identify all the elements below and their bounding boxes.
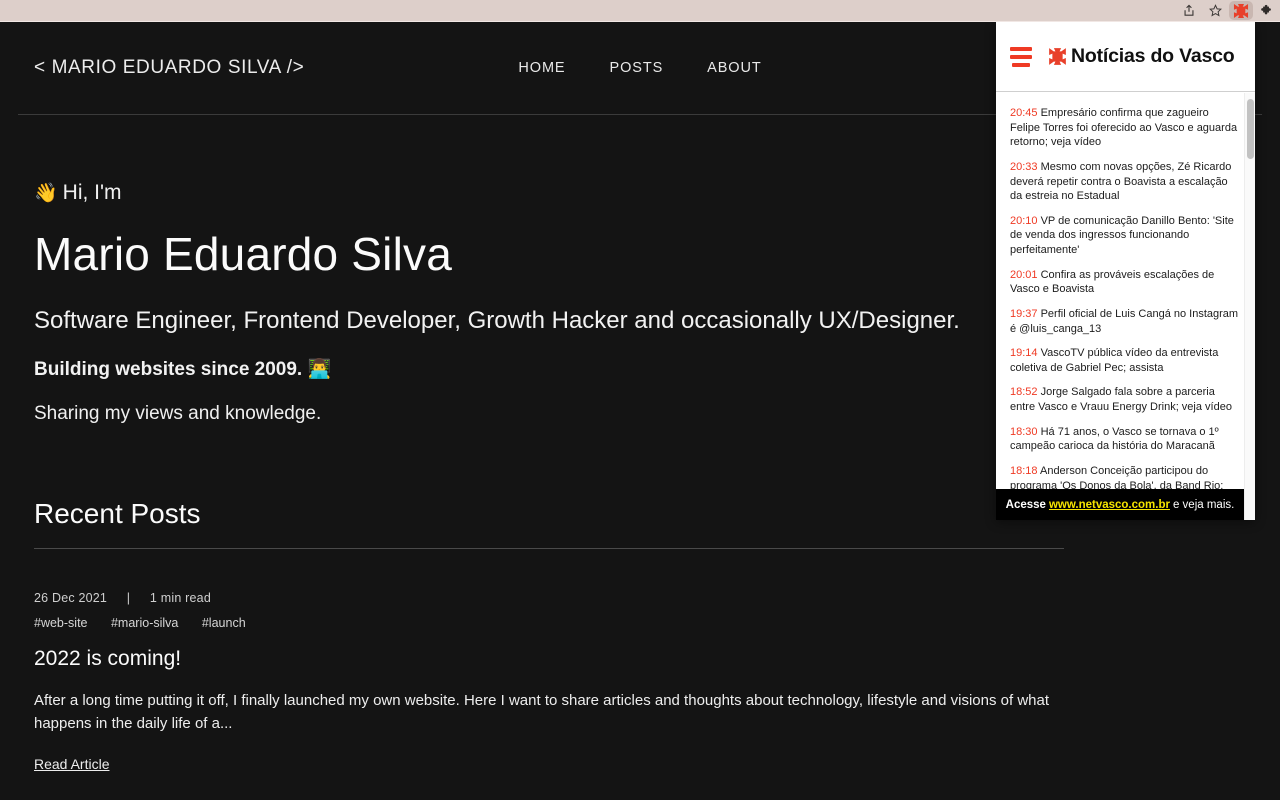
vasco-cross-icon [1233, 3, 1249, 18]
nav-item-posts[interactable]: POSTS [610, 60, 664, 76]
post-tag[interactable]: #launch [202, 616, 246, 630]
post-tag[interactable]: #web-site [34, 616, 88, 630]
vasco-extension-icon[interactable] [1229, 1, 1253, 20]
news-headline[interactable]: Mesmo com novas opções, Zé Ricardo dever… [1010, 161, 1231, 202]
news-time: 20:33 [1010, 160, 1038, 173]
news-time: 20:45 [1010, 107, 1038, 119]
list-item[interactable]: 18:30 Há 71 anos, o Vasco se tornava o 1… [996, 420, 1255, 459]
popup-footer: Acesse www.netvasco.com.br e veja mais. [996, 489, 1244, 520]
browser-toolbar [0, 0, 1280, 22]
news-headline[interactable]: Perfil oficial de Luis Cangá no Instagra… [1010, 308, 1238, 335]
bookmark-star-icon[interactable] [1202, 0, 1228, 22]
nav-item-home[interactable]: HOME [518, 60, 565, 76]
list-item[interactable]: 20:45 Empresário confirma que zagueiro F… [996, 101, 1255, 155]
list-item[interactable]: 19:14 VascoTV pública vídeo da entrevist… [996, 341, 1255, 380]
list-item[interactable]: 20:10 VP de comunicação Danillo Bento: '… [996, 209, 1255, 263]
list-item[interactable]: 19:37 Perfil oficial de Luis Cangá no In… [996, 302, 1255, 341]
news-time: 20:01 [1010, 268, 1038, 281]
divider [34, 548, 1064, 549]
footer-prefix: Acesse [1005, 498, 1046, 511]
developer-emoji-icon: 👨‍💻 [307, 359, 332, 380]
footer-suffix: e veja mais. [1172, 498, 1235, 511]
vasco-cross-icon [1049, 48, 1066, 65]
hero-greeting-text: Hi, I'm [62, 181, 122, 204]
post-read-time: 1 min read [149, 591, 211, 605]
netvasco-link[interactable]: www.netvasco.com.br [1049, 499, 1170, 511]
read-article-link[interactable]: Read Article [34, 756, 109, 772]
news-headline[interactable]: Há 71 anos, o Vasco se tornava o 1º camp… [1010, 426, 1219, 453]
post-title[interactable]: 2022 is coming! [34, 647, 1246, 671]
news-time: 19:37 [1010, 307, 1038, 320]
news-headline[interactable]: Confira as prováveis escalações de Vasco… [1010, 269, 1214, 296]
list-item[interactable]: 18:52 Jorge Salgado fala sobre a parceri… [996, 380, 1255, 419]
popup-scrollbar[interactable] [1244, 93, 1255, 520]
news-headline[interactable]: VP de comunicação Danillo Bento: 'Site d… [1010, 215, 1234, 256]
post-list: 26 Dec 2021 | 1 min read #web-site #mari… [34, 591, 1246, 800]
post-meta: 26 Dec 2021 | 1 min read [34, 591, 1246, 605]
news-time: 18:18 [1010, 464, 1038, 477]
share-icon[interactable] [1176, 0, 1202, 22]
news-time: 18:30 [1010, 425, 1038, 438]
post-excerpt: After a long time putting it off, I fina… [34, 692, 1050, 733]
news-time: 18:52 [1010, 386, 1038, 399]
post-tag[interactable]: #mario-silva [111, 616, 178, 630]
news-time: 19:14 [1010, 347, 1038, 360]
list-item: 26 Dec 2021 | 1 min read #web-site #mari… [34, 591, 1246, 774]
list-item[interactable]: 20:01 Confira as prováveis escalações de… [996, 263, 1255, 302]
popup-header: Notícias do Vasco [996, 22, 1255, 92]
post-date: 26 Dec 2021 [34, 591, 108, 605]
extension-popup: Notícias do Vasco 20:45 Empresário confi… [996, 22, 1255, 520]
news-headline[interactable]: VascoTV pública vídeo da entrevista cole… [1010, 347, 1218, 374]
news-headline[interactable]: Jorge Salgado fala sobre a parceria entr… [1010, 386, 1232, 413]
waving-hand-icon: 👋 [34, 183, 58, 204]
scrollbar-thumb[interactable] [1247, 99, 1254, 159]
post-tags: #web-site #mario-silva #launch [34, 616, 1246, 630]
nav-item-about[interactable]: ABOUT [707, 60, 761, 76]
hamburger-icon[interactable] [1010, 46, 1032, 67]
news-list[interactable]: 20:45 Empresário confirma que zagueiro F… [996, 93, 1255, 520]
meta-separator: | [126, 591, 131, 605]
puzzle-piece-icon[interactable] [1254, 0, 1280, 22]
news-headline[interactable]: Empresário confirma que zagueiro Felipe … [1010, 107, 1237, 148]
popup-title: Notícias do Vasco [1071, 45, 1235, 67]
news-time: 20:10 [1010, 214, 1038, 227]
hero-since-text: Building websites since 2009. [34, 359, 303, 380]
list-item[interactable]: 20:33 Mesmo com novas opções, Zé Ricardo… [996, 155, 1255, 209]
